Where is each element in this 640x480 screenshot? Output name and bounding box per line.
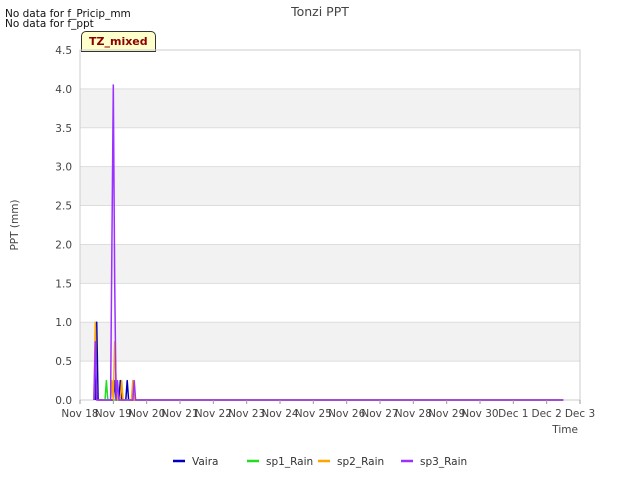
plot-band <box>80 322 580 362</box>
x-tick-label: Nov 28 <box>395 408 432 420</box>
plot-band <box>80 244 580 284</box>
legend-label-vaira: Vaira <box>192 456 218 468</box>
legend: Vaira sp1_Rain sp2_Rain sp3_Rain <box>173 456 467 468</box>
x-tick-label: Nov 26 <box>328 408 366 420</box>
x-tick-labels: Nov 18Nov 19Nov 20Nov 21Nov 22Nov 23Nov … <box>61 400 595 420</box>
x-tick-label: Nov 22 <box>195 408 232 420</box>
x-tick-label: Nov 18 <box>61 408 98 420</box>
x-tick-label: Dec 3 <box>565 408 595 420</box>
x-tick-label: Nov 25 <box>295 408 332 420</box>
plot-band <box>80 166 580 206</box>
legend-label-sp1-rain: sp1_Rain <box>266 456 313 468</box>
x-tick-label: Nov 19 <box>95 408 132 420</box>
y-tick-label: 2.0 <box>55 239 72 251</box>
x-tick-label: Nov 23 <box>228 408 265 420</box>
y-tick-label: 4.0 <box>55 84 72 96</box>
x-tick-label: Nov 24 <box>261 408 299 420</box>
legend-label-sp2-rain: sp2_Rain <box>337 456 384 468</box>
legend-label-sp3-rain: sp3_Rain <box>420 456 467 468</box>
y-tick-label: 1.5 <box>55 278 72 290</box>
ppt-chart: 0.00.51.01.52.02.53.03.54.04.5 Nov 18Nov… <box>9 45 595 468</box>
y-tick-labels: 0.0 0.5 1.0 1.5 2.0 2.5 3.0 3.5 4.0 4.5 <box>55 45 72 407</box>
series-line-sp1-rain <box>104 379 564 401</box>
x-tick-label: Nov 21 <box>161 408 198 420</box>
y-tick-label: 1.0 <box>55 317 72 329</box>
x-tick-label: Nov 27 <box>361 408 398 420</box>
y-tick-label: 4.5 <box>55 45 72 57</box>
plot-background-bands <box>80 88 580 362</box>
x-tick-label: Nov 20 <box>128 408 165 420</box>
x-tick-label: Nov 29 <box>428 408 465 420</box>
x-tick-label: Nov 30 <box>461 408 498 420</box>
y-tick-label: 2.5 <box>55 201 72 213</box>
x-tick-label: Dec 2 <box>531 408 561 420</box>
y-axis-label: PPT (mm) <box>9 199 21 250</box>
y-tick-label: 0.5 <box>55 356 72 368</box>
plot-band <box>80 88 580 128</box>
x-axis-label: Time <box>551 424 578 436</box>
y-tick-label: 0.0 <box>55 395 72 407</box>
y-tick-label: 3.0 <box>55 162 72 174</box>
x-tick-label: Dec 1 <box>498 408 528 420</box>
y-tick-label: 3.5 <box>55 123 72 135</box>
